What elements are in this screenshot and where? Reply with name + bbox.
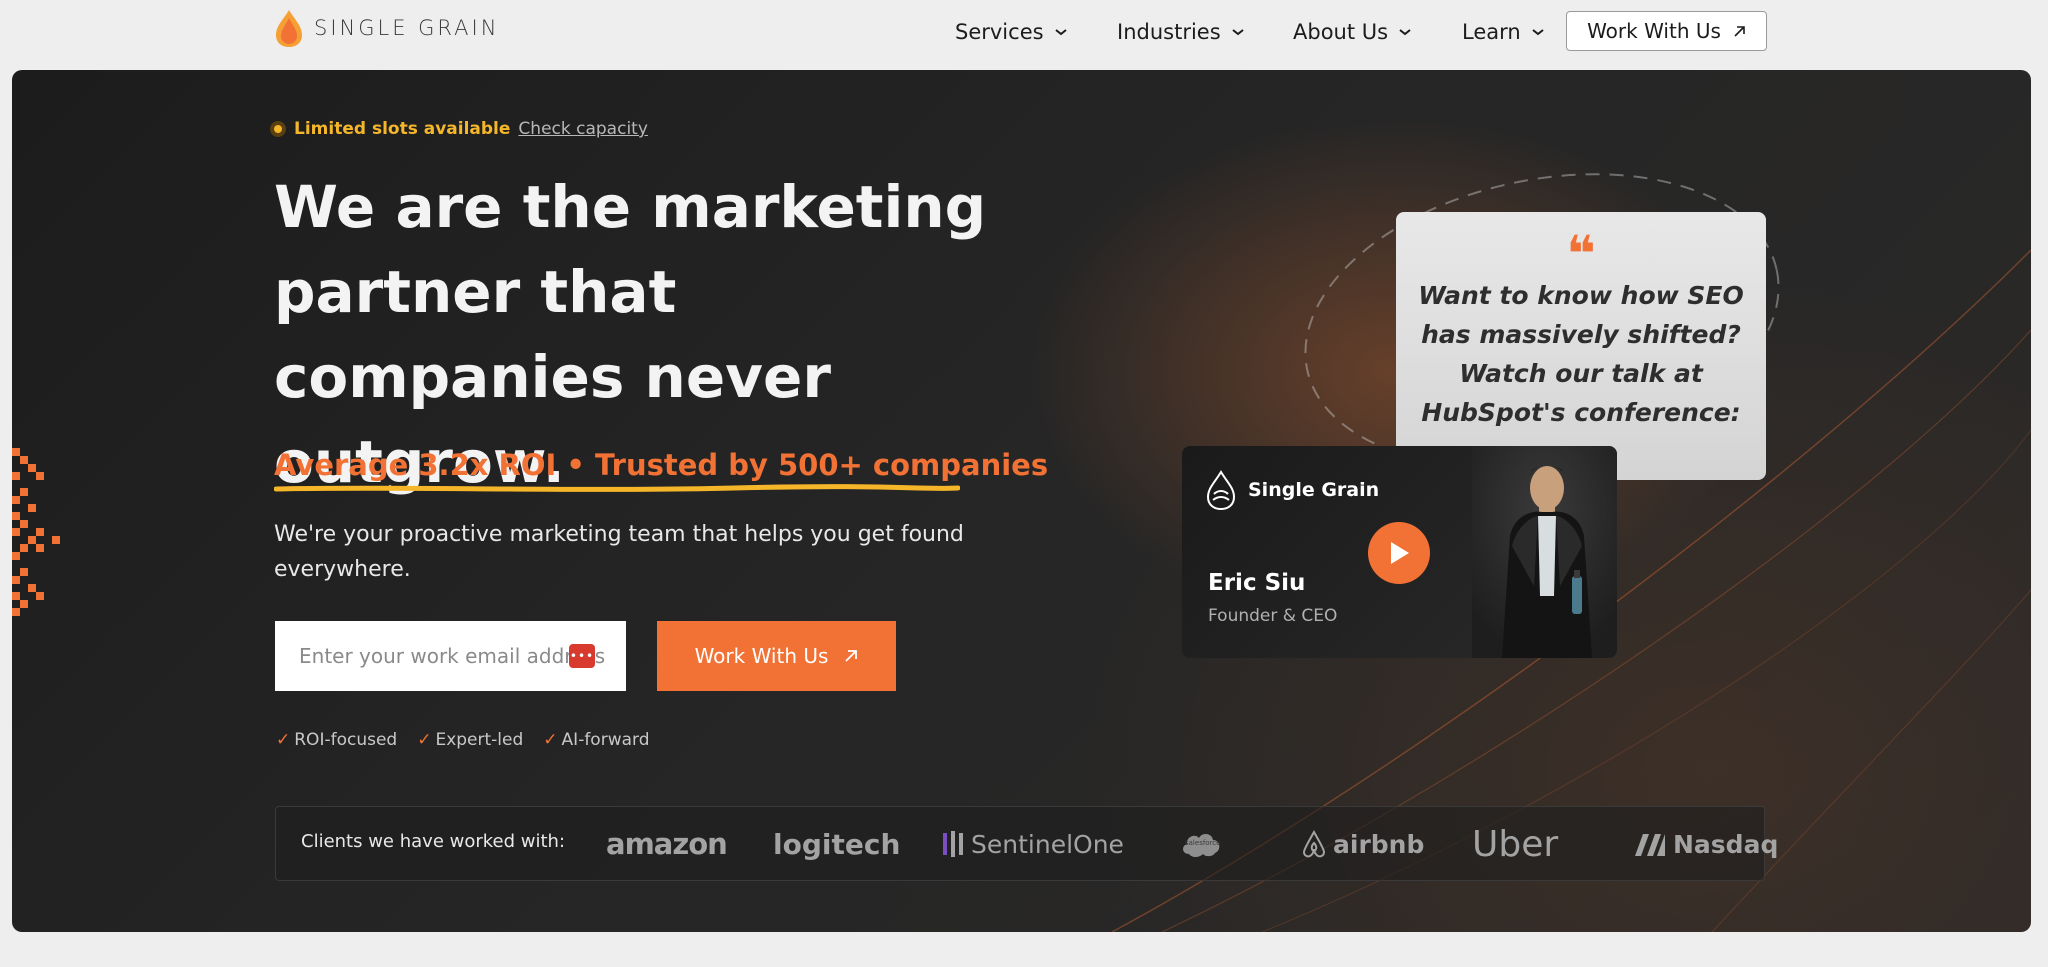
speaker-name: Eric Siu bbox=[1208, 570, 1306, 596]
uber-logo: Uber bbox=[1472, 823, 1559, 865]
single-grain-logo-icon bbox=[1206, 470, 1236, 510]
chevron-down-icon bbox=[1532, 29, 1544, 36]
top-navigation: SINGLE GRAIN Services Industries About U… bbox=[0, 0, 2048, 64]
clients-label: Clients we have worked with: bbox=[301, 831, 566, 852]
nav-about-us-label: About Us bbox=[1293, 20, 1389, 44]
testimonial-quote-card: ❝ Want to know how SEO has massively shi… bbox=[1396, 212, 1766, 480]
benefit-checks: ✓ ROI-focused ✓ Expert-led ✓ AI-forward bbox=[276, 730, 650, 750]
status-dot-icon bbox=[270, 121, 286, 137]
chevron-down-icon bbox=[1232, 29, 1244, 36]
chevron-down-icon bbox=[1054, 29, 1067, 36]
nav-learn-label: Learn bbox=[1462, 20, 1521, 44]
limited-slots-text: Limited slots available bbox=[294, 119, 511, 139]
checkmark-icon: ✓ bbox=[543, 730, 558, 750]
single-grain-logo-icon bbox=[276, 10, 302, 47]
salesforce-logo: salesforce bbox=[1179, 821, 1223, 867]
speaker-role: Founder & CEO bbox=[1208, 606, 1338, 626]
nav-industries[interactable]: Industries bbox=[1117, 14, 1245, 50]
play-button[interactable] bbox=[1368, 522, 1430, 584]
cta-label: Work With Us bbox=[694, 644, 829, 668]
video-brand-name: Single Grain bbox=[1248, 479, 1380, 501]
play-icon bbox=[1391, 542, 1409, 564]
check-capacity-link[interactable]: Check capacity bbox=[518, 119, 647, 139]
brand-logo[interactable]: SINGLE GRAIN bbox=[274, 8, 499, 48]
limited-slots-banner: Limited slots available Check capacity bbox=[270, 119, 648, 139]
roi-tagline: Average 3.2x ROI • Trusted by 500+ compa… bbox=[274, 448, 1049, 482]
amazon-logo: amazon bbox=[606, 827, 728, 861]
arrow-up-right-icon bbox=[845, 650, 858, 662]
speaker-photo bbox=[1472, 446, 1617, 658]
checkmark-icon: ✓ bbox=[276, 730, 291, 750]
arrow-up-right-icon bbox=[1734, 25, 1745, 37]
nav-about-us[interactable]: About Us bbox=[1293, 14, 1412, 50]
quote-icon: ❝ bbox=[1566, 225, 1596, 283]
nasdaq-logo: Nasdaq bbox=[1633, 821, 1778, 867]
nav-services-label: Services bbox=[955, 20, 1044, 44]
logitech-logo: logitech bbox=[773, 827, 901, 861]
chevron-down-icon bbox=[1399, 29, 1411, 36]
nav-services[interactable]: Services bbox=[955, 14, 1068, 50]
clients-bar: Clients we have worked with: amazon logi… bbox=[275, 806, 1778, 881]
airbnb-logo: airbnb bbox=[1301, 821, 1424, 867]
work-with-us-button[interactable]: Work With Us bbox=[657, 621, 896, 691]
hero-subheadline: We're your proactive marketing team that… bbox=[274, 522, 964, 582]
nav-cta-label: Work With Us bbox=[1587, 19, 1721, 43]
highlight-underline bbox=[274, 484, 960, 492]
password-manager-icon[interactable]: ••• bbox=[569, 644, 595, 668]
sentinelone-logo: SentinelOne bbox=[941, 821, 1124, 867]
video-card[interactable]: Single Grain Eric Siu Founder & CEO bbox=[1182, 446, 1617, 658]
work-email-input[interactable]: Enter your work email address ••• bbox=[275, 621, 626, 691]
quote-text: Want to know how SEO has massively shift… bbox=[1418, 281, 1744, 427]
email-placeholder: Enter your work email address bbox=[299, 644, 606, 668]
check-item: ✓ Expert-led bbox=[417, 730, 524, 750]
check-item: ✓ AI-forward bbox=[543, 730, 650, 750]
hero-section: Limited slots available Check capacity W… bbox=[12, 70, 2031, 932]
nav-industries-label: Industries bbox=[1117, 20, 1221, 44]
checkmark-icon: ✓ bbox=[417, 730, 432, 750]
nasdaq-mark-icon bbox=[1635, 834, 1665, 856]
nav-work-with-us-button[interactable]: Work With Us bbox=[1566, 11, 1767, 51]
brand-name: SINGLE GRAIN bbox=[314, 16, 500, 40]
video-brand: Single Grain bbox=[1206, 470, 1379, 510]
nav-learn[interactable]: Learn bbox=[1462, 14, 1545, 50]
check-item: ✓ ROI-focused bbox=[276, 730, 398, 750]
sentinelone-mark-icon bbox=[943, 831, 963, 857]
airbnb-mark-icon bbox=[1302, 829, 1326, 858]
